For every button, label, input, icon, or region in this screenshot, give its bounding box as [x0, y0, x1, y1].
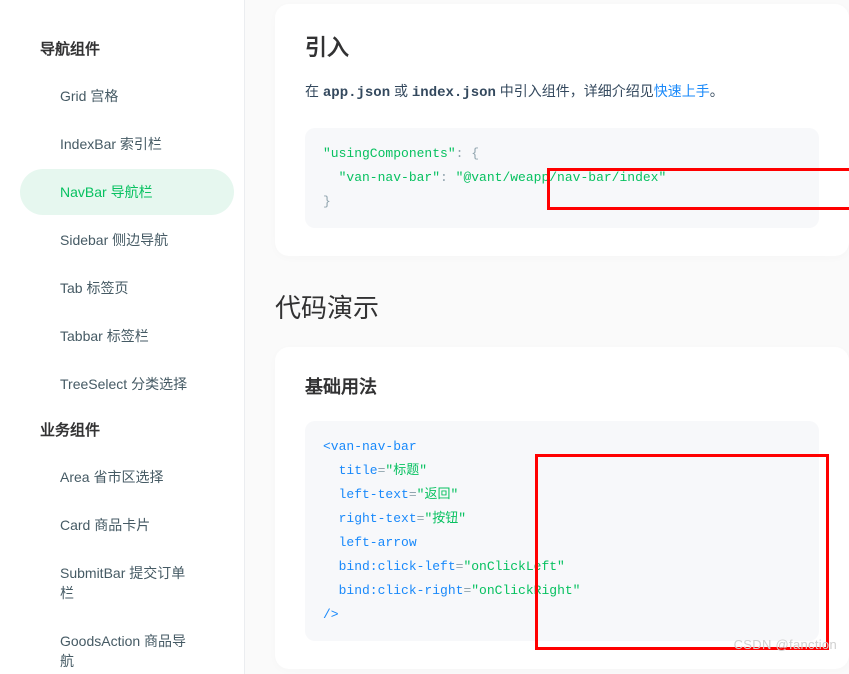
tok: right-text: [323, 511, 417, 526]
sidebar-item-goodsaction[interactable]: GoodsAction 商品导航: [20, 618, 234, 674]
tok: left-text: [323, 487, 409, 502]
sidebar: 导航组件 Grid 宫格 IndexBar 索引栏 NavBar 导航栏 Sid…: [0, 0, 245, 674]
code-appjson: app.json: [323, 85, 390, 101]
tok: : {: [456, 146, 479, 161]
tok: "标题": [385, 463, 427, 478]
intro-title: 引入: [305, 30, 819, 62]
main-content: 引入 在 app.json 或 index.json 中引入组件，详细介绍见快速…: [245, 0, 849, 674]
sidebar-item-grid[interactable]: Grid 宫格: [20, 73, 234, 119]
demo-sub-title: 基础用法: [305, 373, 819, 399]
sidebar-group-business: 业务组件 Area 省市区选择 Card 商品卡片 SubmitBar 提交订单…: [0, 409, 244, 674]
tok: }: [323, 194, 331, 209]
sidebar-group-title: 业务组件: [0, 409, 244, 452]
intro-card: 引入 在 app.json 或 index.json 中引入组件，详细介绍见快速…: [275, 4, 849, 256]
tok: :: [440, 170, 456, 185]
annotation-highlight-1: [547, 168, 849, 210]
tok: bind:click-right: [323, 583, 463, 598]
annotation-highlight-2: [535, 454, 829, 650]
sidebar-item-navbar[interactable]: NavBar 导航栏: [20, 169, 234, 215]
sidebar-item-tabbar[interactable]: Tabbar 标签栏: [20, 313, 234, 359]
sidebar-group-title: 导航组件: [0, 28, 244, 71]
tok: =: [409, 487, 417, 502]
sidebar-item-card[interactable]: Card 商品卡片: [20, 502, 234, 548]
tok: "usingComponents": [323, 146, 456, 161]
text: 或: [390, 83, 412, 99]
text: 中引入组件，详细介绍见: [496, 83, 654, 99]
sidebar-item-tab[interactable]: Tab 标签页: [20, 265, 234, 311]
text: 。: [710, 83, 724, 99]
text: 在: [305, 83, 323, 99]
tok: "按钮": [424, 511, 466, 526]
sidebar-item-treeselect[interactable]: TreeSelect 分类选择: [20, 361, 234, 407]
tok: bind:click-left: [323, 559, 456, 574]
tok: title: [323, 463, 378, 478]
code-line: "usingComponents": {: [323, 142, 801, 166]
demo-section-title: 代码演示: [275, 288, 849, 325]
sidebar-item-indexbar[interactable]: IndexBar 索引栏: [20, 121, 234, 167]
sidebar-group-nav: 导航组件 Grid 宫格 IndexBar 索引栏 NavBar 导航栏 Sid…: [0, 28, 244, 407]
tok: "返回": [417, 487, 459, 502]
quickstart-link[interactable]: 快速上手: [654, 83, 710, 99]
code-indexjson: index.json: [412, 85, 496, 101]
tok: "van-nav-bar": [323, 170, 440, 185]
intro-text: 在 app.json 或 index.json 中引入组件，详细介绍见快速上手。: [305, 78, 819, 106]
sidebar-item-area[interactable]: Area 省市区选择: [20, 454, 234, 500]
sidebar-item-submitbar[interactable]: SubmitBar 提交订单栏: [20, 550, 234, 616]
sidebar-item-sidebar[interactable]: Sidebar 侧边导航: [20, 217, 234, 263]
